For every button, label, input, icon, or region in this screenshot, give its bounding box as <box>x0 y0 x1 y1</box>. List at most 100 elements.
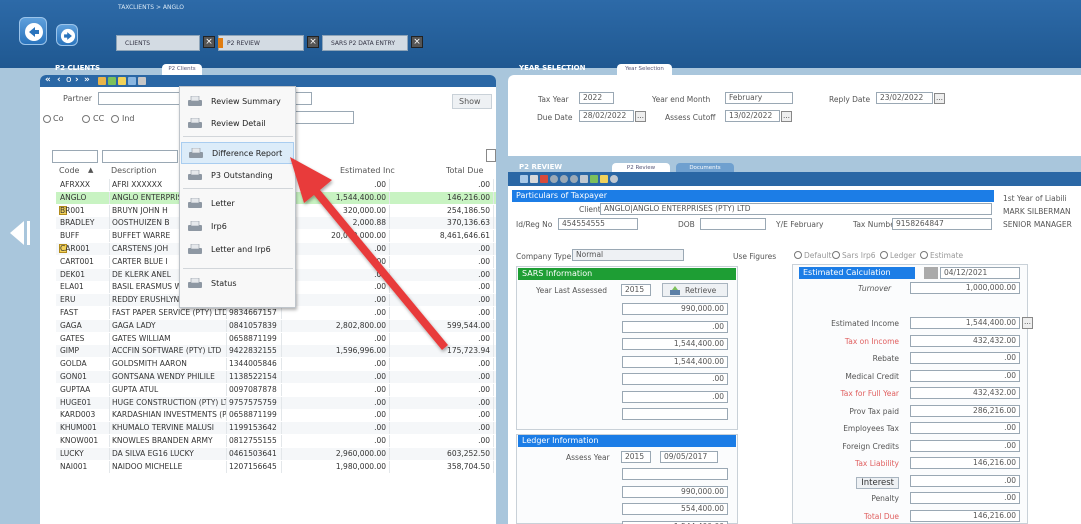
menu-item-irp6[interactable]: Irp6 <box>181 216 294 238</box>
input-foreign-credits[interactable]: .00 <box>910 439 1020 452</box>
menu-item-letter[interactable]: Letter <box>181 193 294 215</box>
dob-input[interactable] <box>700 218 766 230</box>
sort-icon[interactable] <box>118 77 126 85</box>
menu-item-p3-outstanding[interactable]: P3 Outstanding <box>181 165 294 187</box>
code-filter-input[interactable] <box>52 150 98 163</box>
delete-icon[interactable] <box>540 175 548 183</box>
record-icon[interactable] <box>550 175 558 183</box>
column-description[interactable]: Description <box>111 166 157 175</box>
print-icon[interactable] <box>128 77 136 85</box>
assess-year-input[interactable]: 2015 <box>621 451 651 463</box>
cutoff-picker-icon[interactable]: … <box>781 111 792 122</box>
column-code[interactable]: Code <box>59 166 79 175</box>
help-icon[interactable] <box>610 175 618 183</box>
menu-item-letter-and-irp6[interactable]: Letter and Irp6 <box>181 239 294 261</box>
menu-item-status[interactable]: Status <box>181 273 294 295</box>
table-row[interactable]: GON01 GONTSANA WENDY PHILILE 1138522154.00… <box>56 371 496 383</box>
edit-icon[interactable] <box>108 77 116 85</box>
radio-default[interactable] <box>794 251 802 259</box>
filter-icon[interactable] <box>138 77 146 85</box>
menu-item-review-detail[interactable]: Review Detail <box>181 113 294 135</box>
input-medical-credit[interactable]: .00 <box>910 369 1020 382</box>
close-tab-p2-review-icon[interactable]: × <box>307 36 319 48</box>
table-row[interactable]: GATES GATES WILLIAM 0658871199.00.00 <box>56 332 496 345</box>
due-date-input[interactable]: 28/02/2022 <box>579 110 634 122</box>
table-row[interactable]: LUCKY DA SILVA EG16 LUCKY 0461503641 2,960,… <box>56 447 496 460</box>
show-button[interactable]: Show <box>452 94 492 109</box>
input-estimated-income[interactable]: 1,544,400.00 <box>622 520 728 524</box>
input-tax-liability[interactable]: 146,216.00 <box>910 457 1020 469</box>
input-tax-on-income[interactable]: 432,432.00 <box>910 334 1020 347</box>
tab-year-selection[interactable]: Year Selection <box>617 64 672 75</box>
table-row[interactable]: NAI001 NAIDOO MICHELLE 1207156645 1,980,000… <box>56 460 496 473</box>
close-tab-sars-icon[interactable]: × <box>411 36 423 48</box>
table-row[interactable]: KHUM001 KHUMALO TERVINE MALUSI 1199153642.… <box>56 422 496 435</box>
nav-next-icon[interactable]: › <box>75 75 79 85</box>
nav-prev-icon[interactable]: ‹ <box>57 75 61 85</box>
input-estimated-income[interactable]: 1,544,400.00 <box>622 355 728 368</box>
radio-estimate[interactable] <box>920 251 928 259</box>
input-employees-tax[interactable]: .00 <box>910 422 1020 434</box>
idreg-input[interactable]: 454554555 <box>558 218 638 230</box>
assess-cutoff-input[interactable]: 13/02/2022 <box>725 110 780 122</box>
filter-input-2[interactable] <box>294 111 354 124</box>
input-foreign-tax-credit[interactable]: .00 <box>622 390 728 403</box>
radio-co[interactable] <box>43 115 51 123</box>
table-row[interactable]: FAST FAST PAPER SERVICE (PTY) LTD 98346671… <box>56 307 496 319</box>
menu-item-review-summary[interactable]: Review Summary <box>181 91 294 113</box>
company-type-select[interactable]: Normal <box>572 249 684 261</box>
tab-sars-p2-data-entry[interactable]: SARS P2 DATA ENTRY <box>322 35 408 51</box>
column-estimated-inc[interactable]: Estimated Inc <box>340 166 395 175</box>
menu-item-difference-report[interactable]: Difference Report <box>181 142 294 164</box>
close-tab-clients-icon[interactable]: × <box>203 36 215 48</box>
input-prov-tax-paid[interactable] <box>622 408 728 420</box>
tax-year-input[interactable]: 2022 <box>579 92 614 104</box>
turnover-input[interactable]: 1,000,000.00 <box>910 282 1020 294</box>
reply-date-picker-icon[interactable]: … <box>934 93 945 104</box>
nav-last-icon[interactable]: » <box>84 75 90 85</box>
table-row[interactable]: GUPTAA GUPTA ATUL 0097087878.00.00 <box>56 383 496 396</box>
table-row[interactable]: KNOW001 KNOWLES BRANDEN ARMY 0812755155.00… <box>56 435 496 447</box>
input-add-increase[interactable]: 1,544,400.00 <box>622 338 728 350</box>
retrieve-button[interactable]: Retrieve <box>662 283 728 297</box>
input-normal-income[interactable]: 990,000.00 <box>622 485 728 498</box>
nav-current-icon[interactable]: o <box>66 75 72 85</box>
record3-icon[interactable] <box>570 175 578 183</box>
radio-cc[interactable] <box>82 115 90 123</box>
input-assessed-income[interactable]: 990,000.00 <box>622 303 728 315</box>
new-icon[interactable] <box>520 175 528 183</box>
input-penalty[interactable]: .00 <box>910 492 1020 504</box>
assess-date-input[interactable]: 09/05/2017 <box>660 451 718 463</box>
radio-sars-irp6[interactable] <box>832 251 840 259</box>
input-rebate[interactable]: .00 <box>910 352 1020 364</box>
input-add-increase[interactable]: 554,400.00 <box>622 503 728 515</box>
radio-ind[interactable] <box>111 115 119 123</box>
print-icon[interactable] <box>580 175 588 183</box>
input-total-due[interactable]: 146,216.00 <box>910 509 1020 522</box>
client-input[interactable]: ANGLO|ANGLO ENTERPRISES (PTY) LTD <box>600 203 992 215</box>
table-row[interactable]: KARD003 KARDASHIAN INVESTMENTS (PTY) 06588… <box>56 409 496 422</box>
year-end-input[interactable]: February <box>725 92 793 104</box>
add-icon[interactable] <box>98 77 106 85</box>
input-normal-income[interactable]: .00 <box>622 320 728 333</box>
input-estimated-income[interactable]: 1,544,400.00 <box>910 317 1020 329</box>
table-row[interactable]: GOLDA GOLDSMITH AARON 1344005846.00.00 <box>56 358 496 371</box>
sort-icon[interactable] <box>600 175 608 183</box>
input-tax-for-full-year[interactable]: 432,432.00 <box>910 387 1020 399</box>
input-employees-tax[interactable]: .00 <box>622 373 728 385</box>
lookup-button-icon[interactable]: … <box>1022 317 1033 329</box>
estimate-date-input[interactable]: 04/12/2021 <box>940 267 1020 279</box>
column-total-due[interactable]: Total Due <box>446 166 492 175</box>
reply-date-input[interactable]: 23/02/2022 <box>876 92 933 104</box>
export-icon[interactable] <box>590 175 598 183</box>
tax-number-input[interactable]: 9158264847 <box>892 218 992 230</box>
input-interest[interactable]: .00 <box>910 474 1020 487</box>
table-row[interactable]: HUGE01 HUGE CONSTRUCTION (PTY) LTD 9757575… <box>56 396 496 409</box>
edit-icon[interactable] <box>530 175 538 183</box>
label-interest[interactable]: Interest <box>856 476 899 489</box>
tab-p2-review[interactable]: P2 REVIEW <box>218 35 304 51</box>
collapse-left-arrow-icon[interactable] <box>2 218 36 248</box>
description-filter-input[interactable] <box>102 150 178 163</box>
table-row[interactable]: GIMP ACCFIN SOFTWARE (PTY) LTD 9422832155 1… <box>56 345 496 358</box>
nav-first-icon[interactable]: « <box>45 75 51 85</box>
